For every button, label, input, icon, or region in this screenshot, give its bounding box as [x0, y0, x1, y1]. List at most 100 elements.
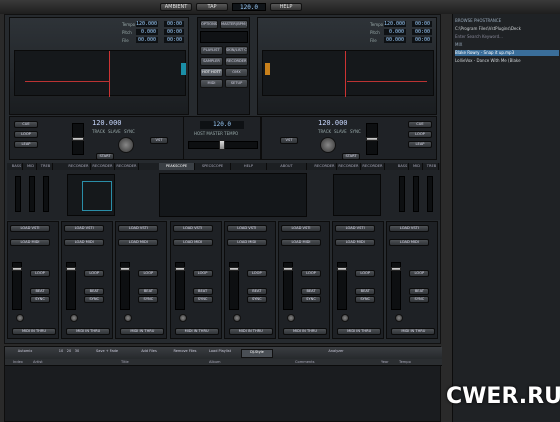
browser-item[interactable]: LollieVox - Dance With Me (Blake	[455, 58, 559, 64]
sampler-volume-fader[interactable]	[228, 262, 239, 310]
midi-in-thru-button[interactable]: MIDI IN THRU	[66, 328, 111, 335]
load-vsti-button[interactable]: LOAD VSTI	[118, 225, 159, 232]
sampler-loop-button[interactable]: LOOP	[84, 270, 105, 277]
sampler-knob[interactable]	[341, 314, 350, 322]
sampler-knob[interactable]	[16, 314, 24, 322]
deck-right-volume-fader[interactable]	[366, 123, 378, 155]
deck-left-waveform[interactable]	[14, 50, 186, 97]
eq-mid-right[interactable]	[413, 176, 419, 212]
midi-in-thru-button[interactable]: MIDI IN THRU	[174, 328, 219, 335]
add-files-button[interactable]: Add Files	[135, 349, 163, 358]
playlist-button[interactable]: PLAYLIST	[200, 46, 223, 55]
load-vsti-button[interactable]: LOAD VSTI	[389, 225, 430, 232]
load-vsti-button[interactable]: LOAD VSTI	[226, 225, 267, 232]
sampler-loop-button[interactable]: LOOP	[192, 270, 213, 277]
col-artist[interactable]: Artist	[33, 359, 43, 366]
seconds-30-button[interactable]: 30	[73, 349, 81, 358]
deck-left-leap-button[interactable]: LEAP	[14, 141, 38, 148]
load-midi-button[interactable]: LOAD MIDI	[10, 239, 50, 246]
sampler-loop-button[interactable]: LOOP	[301, 270, 321, 277]
deck-left-start-button[interactable]: START	[96, 153, 114, 160]
deck-right-loop-button[interactable]: LOOP	[408, 131, 432, 138]
deck-left-vst-button[interactable]: VST	[150, 137, 168, 144]
midi-in-thru-button[interactable]: MIDI IN THRU	[120, 328, 165, 335]
load-vsti-button[interactable]: LOAD VSTI	[281, 225, 321, 232]
tab-bass-left[interactable]: BASS	[11, 163, 23, 170]
tab-help[interactable]: HELP	[231, 163, 267, 170]
tab-recorder1-right[interactable]: RECORDER 1	[313, 163, 337, 175]
deck-left-loop-button[interactable]: LOOP	[14, 131, 38, 138]
col-album[interactable]: Album	[209, 359, 221, 366]
sampler-knob[interactable]	[232, 314, 241, 322]
deck-left-cue-button[interactable]: CUE	[14, 121, 38, 128]
load-midi-button[interactable]: LOAD MIDI	[226, 239, 267, 246]
sampler-sync-button[interactable]: SYNC	[192, 296, 213, 303]
deck-left-play-knob[interactable]	[118, 137, 134, 153]
col-comments[interactable]: Comments	[295, 359, 314, 366]
load-vsti-button[interactable]: LOAD VSTI	[335, 225, 376, 232]
sampler-volume-fader[interactable]	[120, 262, 131, 310]
col-title[interactable]: Title	[121, 359, 129, 366]
deck-right-waveform[interactable]	[262, 50, 434, 97]
midi-in-thru-button[interactable]: MIDI IN THRU	[228, 328, 273, 335]
sampler-sync-button[interactable]: SYNC	[30, 296, 50, 303]
deck-right-start-button[interactable]: START	[342, 153, 360, 160]
tab-peakscope[interactable]: PEAKSCOPE	[159, 163, 195, 170]
tab-about[interactable]: ABOUT	[267, 163, 307, 170]
sampler-beat-button[interactable]: BEAT	[301, 288, 321, 295]
sampler-sync-button[interactable]: SYNC	[246, 296, 267, 303]
browser-folder[interactable]: MIX	[455, 42, 559, 48]
seconds-20-button[interactable]: 20	[65, 349, 73, 358]
browser-search[interactable]: Enter Search Keyword...	[455, 34, 559, 40]
midi-button[interactable]: MIDI	[200, 79, 223, 88]
sampler-button[interactable]: SAMPLER	[200, 57, 223, 66]
sampler-loop-button[interactable]: LOOP	[30, 270, 50, 277]
tab-mid-left[interactable]: MID	[25, 163, 37, 170]
tab-recorder1-left[interactable]: RECORDER 1	[67, 163, 91, 175]
load-vsti-button[interactable]: LOAD VSTI	[64, 225, 105, 232]
sampler-beat-button[interactable]: BEAT	[355, 288, 376, 295]
automix-button[interactable]: Automix	[11, 349, 39, 358]
sampler-volume-fader[interactable]	[283, 262, 293, 310]
deck-right-leap-button[interactable]: LEAP	[408, 141, 432, 148]
midi-in-thru-button[interactable]: MIDI IN THRU	[12, 328, 56, 335]
browser-path[interactable]: C:\Program Files\VstPlugins\Deck	[455, 26, 559, 32]
omx-button[interactable]: OMX	[225, 68, 248, 77]
load-midi-button[interactable]: LOAD MIDI	[335, 239, 376, 246]
tab-recorder3-right[interactable]: RECORDER 3	[361, 163, 385, 175]
col-year[interactable]: Year	[381, 359, 389, 366]
dj-style-button[interactable]: DJ-Style	[241, 349, 273, 358]
load-vsti-button[interactable]: LOAD VSTI	[172, 225, 213, 232]
load-midi-button[interactable]: LOAD MIDI	[172, 239, 213, 246]
sampler-knob[interactable]	[70, 314, 79, 322]
sampler-volume-fader[interactable]	[337, 262, 348, 310]
midi-in-thru-button[interactable]: MIDI IN THRU	[337, 328, 382, 335]
sampler-sync-button[interactable]: SYNC	[409, 296, 430, 303]
sampler-volume-fader[interactable]	[391, 262, 402, 310]
load-vsti-button[interactable]: LOAD VSTI	[10, 225, 50, 232]
sampler-volume-fader[interactable]	[66, 262, 77, 310]
recorder-right-grid[interactable]	[333, 174, 381, 216]
load-midi-button[interactable]: LOAD MIDI	[389, 239, 430, 246]
sampler-loop-button[interactable]: LOOP	[138, 270, 159, 277]
deck-right-cue-button[interactable]: CUE	[408, 121, 432, 128]
sampler-volume-fader[interactable]	[174, 262, 185, 310]
sampler-knob[interactable]	[395, 314, 404, 322]
eq-bass-left[interactable]	[15, 176, 21, 212]
sampler-sync-button[interactable]: SYNC	[84, 296, 105, 303]
analyzer-button[interactable]: Analyzer	[323, 349, 349, 358]
sampler-knob[interactable]	[287, 314, 295, 322]
col-index[interactable]: Index	[13, 359, 23, 366]
tab-specscope[interactable]: SPECSCOPE	[195, 163, 231, 170]
tab-recorder3-left[interactable]: RECORDER 3	[115, 163, 139, 175]
recorder-button[interactable]: RECORDER	[225, 57, 248, 66]
sampler-beat-button[interactable]: BEAT	[84, 288, 105, 295]
col-tempo[interactable]: Tempo	[399, 359, 411, 366]
tab-bass-right[interactable]: BASS	[397, 163, 409, 170]
load-midi-button[interactable]: LOAD MIDI	[281, 239, 321, 246]
sampler-loop-button[interactable]: LOOP	[246, 270, 267, 277]
deck-right-play-knob[interactable]	[320, 137, 336, 153]
deck-right-vst-button[interactable]: VST	[280, 137, 298, 144]
sampler-sync-button[interactable]: SYNC	[355, 296, 376, 303]
master-bpm-button[interactable]: MASTER(BPM:)	[220, 20, 248, 29]
